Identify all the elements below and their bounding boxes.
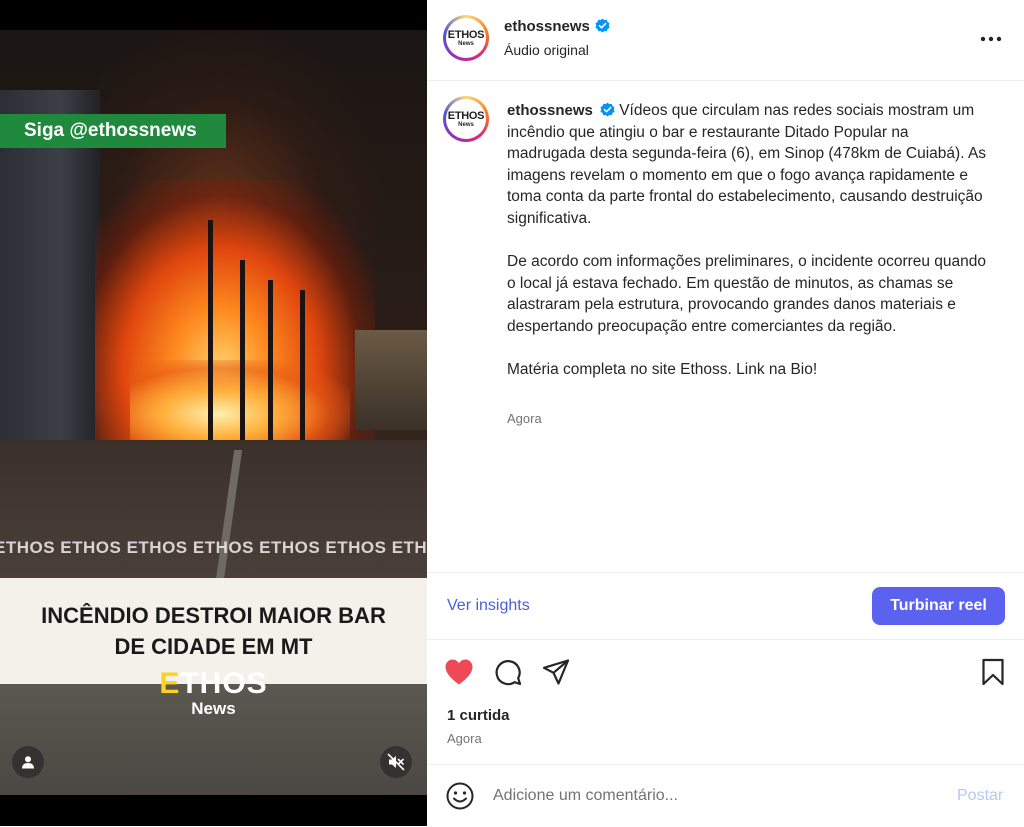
caption-paragraph-1: Vídeos que circulam nas redes sociais mo…: [507, 102, 987, 227]
post-details-panel: ETHOS News ethossnews Áudio original ETH…: [427, 0, 1024, 826]
watermark-overlay: ETHOS ETHOS ETHOS ETHOS ETHOS ETHOS ETHO…: [0, 538, 427, 557]
avatar[interactable]: ETHOS News: [443, 15, 489, 61]
avatar-image: ETHOS News: [446, 18, 486, 58]
comment-input[interactable]: [493, 783, 913, 809]
bookmark-icon: [982, 658, 1004, 686]
caption-paragraph-3: Matéria completa no site Ethoss. Link na…: [507, 361, 818, 379]
video-palm-tree: [208, 220, 213, 470]
verified-badge-icon: [595, 18, 610, 33]
mute-toggle-button[interactable]: [380, 746, 412, 778]
share-button[interactable]: [540, 656, 572, 688]
caption-section: ETHOS News ethossnews Vídeos que circula…: [427, 80, 1024, 573]
caption-paragraph: ethossnews Vídeos que circulam nas redes…: [507, 100, 987, 230]
avatar[interactable]: ETHOS News: [443, 96, 489, 142]
boost-reel-button[interactable]: Turbinar reel: [872, 587, 1005, 625]
heart-icon: [445, 659, 473, 685]
author-username[interactable]: ethossnews: [504, 18, 610, 35]
muted-speaker-icon: [387, 753, 405, 771]
share-icon: [542, 659, 570, 685]
video-headline: INCÊNDIO DESTROI MAIOR BAR DE CIDADE EM …: [24, 600, 404, 662]
follow-tag-overlay: Siga @ethossnews: [0, 114, 226, 148]
view-insights-link[interactable]: Ver insights: [447, 597, 530, 615]
comment-icon: [495, 660, 522, 686]
post-timestamp: Agora: [447, 731, 482, 746]
more-options-button[interactable]: [973, 24, 1009, 54]
save-button[interactable]: [977, 656, 1009, 688]
comment-button[interactable]: [492, 656, 524, 688]
like-button[interactable]: [443, 656, 475, 688]
video-building: [0, 90, 100, 480]
original-audio-link[interactable]: Áudio original: [504, 42, 589, 58]
video-palm-tree: [300, 290, 305, 440]
logo-subtitle: News: [191, 699, 236, 718]
post-comment-button[interactable]: Postar: [957, 787, 1003, 805]
reel-video-player[interactable]: Siga @ethossnews ETHOS ETHOS ETHOS ETHOS…: [0, 0, 427, 826]
video-headline-line2: DE CIDADE EM MT: [114, 634, 313, 659]
video-building-right: [355, 330, 427, 430]
post-header: ETHOS News ethossnews Áudio original: [427, 0, 1024, 81]
insights-row: Ver insights Turbinar reel: [427, 572, 1024, 640]
emoji-icon[interactable]: [445, 781, 475, 811]
avatar-image: ETHOS News: [446, 99, 486, 139]
more-options-icon: [980, 36, 1002, 42]
verified-badge-icon: [600, 102, 615, 117]
caption-username[interactable]: ethossnews: [507, 102, 593, 119]
caption-text: ethossnews Vídeos que circulam nas redes…: [507, 100, 987, 402]
user-icon: [22, 756, 34, 769]
likes-count[interactable]: 1 curtida: [447, 707, 510, 724]
caption-paragraph-2: De acordo com informações preliminares, …: [507, 253, 987, 335]
post-actions: [427, 652, 1024, 692]
video-palm-tree: [240, 260, 245, 440]
ethos-news-logo: ETHOS News: [0, 668, 427, 718]
tagged-users-button[interactable]: [12, 746, 44, 778]
caption-timestamp: Agora: [507, 411, 542, 426]
video-headline-line1: INCÊNDIO DESTROI MAIOR BAR: [41, 603, 386, 628]
logo-wordmark: ETHOS: [159, 667, 268, 700]
video-palm-tree: [268, 280, 273, 450]
comment-bar: Postar: [427, 764, 1024, 827]
